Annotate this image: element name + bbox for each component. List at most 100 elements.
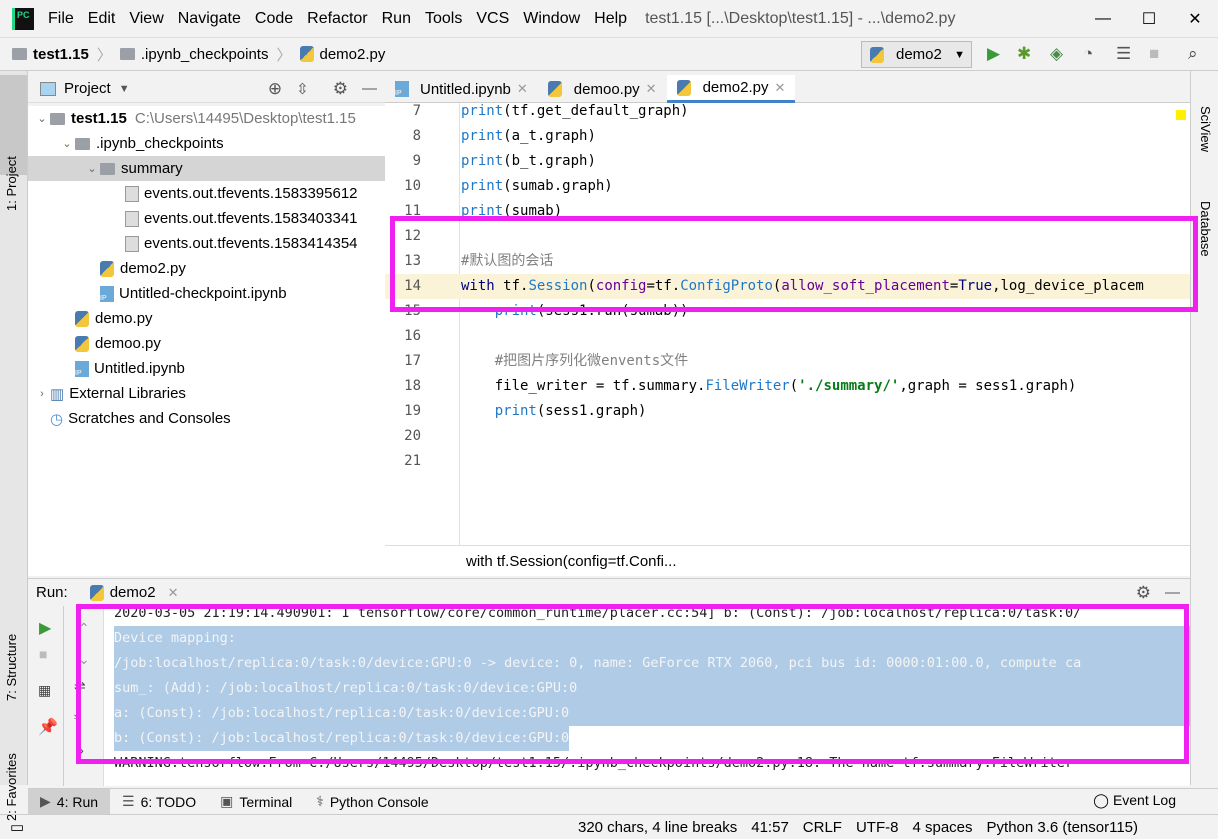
status-encoding[interactable]: UTF-8 (856, 819, 899, 836)
tool-tab-terminal[interactable]: ▣ Terminal (208, 789, 304, 815)
search-icon[interactable]: ⌕ (1188, 44, 1198, 64)
tool-tab-todo[interactable]: ☰ 6: TODO (110, 789, 208, 815)
code-line[interactable]: 18 file_writer = tf.summary.FileWriter('… (385, 374, 1190, 399)
close-icon[interactable]: ✕ (168, 585, 179, 601)
project-tree: ⌄ test1.15 C:\Users\14495\Desktop\test1.15… (28, 106, 385, 576)
menu-help[interactable]: Help (594, 10, 627, 28)
hide-icon[interactable]: — (362, 80, 377, 97)
tab-label: demoo.py (573, 80, 640, 98)
menu-code[interactable]: Code (255, 10, 293, 28)
notebook-icon: IP (100, 285, 114, 302)
project-view-icon (40, 81, 56, 96)
tab-demoo-py[interactable]: demoo.py ✕ (538, 75, 667, 103)
tool-tab-python-console[interactable]: ⚕ Python Console (304, 789, 440, 815)
scratch-icon: ◷ (50, 410, 64, 428)
menu-edit[interactable]: Edit (88, 10, 116, 28)
line-number: 8 (412, 128, 421, 144)
breadcrumb-project[interactable]: test1.15 (12, 46, 89, 63)
menu-bar: PC File Edit View Navigate Code Refactor Run To… (0, 0, 1218, 37)
tree-item[interactable]: ⌄ summary (28, 156, 385, 181)
code-line[interactable]: 7 print(tf.get_default_graph) (385, 103, 1190, 124)
tab-label: Untitled.ipynb (420, 80, 511, 98)
annotation-box-editor (390, 216, 1198, 312)
project-title[interactable]: Project (64, 80, 111, 97)
toggle-panels-icon[interactable]: ▭ (10, 818, 24, 836)
profile-icon[interactable]: ◔ (1083, 44, 1093, 64)
code-editor[interactable]: 7 print(tf.get_default_graph) 8 print(a_t.g… (385, 103, 1190, 545)
menu-window[interactable]: Window (523, 10, 580, 28)
menu-refactor[interactable]: Refactor (307, 10, 367, 28)
code-line[interactable]: 21 (385, 449, 1190, 474)
code-line[interactable]: 8 print(a_t.graph) (385, 124, 1190, 149)
menu-run[interactable]: Run (382, 10, 411, 28)
tree-item[interactable]: ⌄ test1.15 C:\Users\14495\Desktop\test1.15 (28, 106, 385, 131)
close-tab-icon[interactable]: ✕ (774, 80, 785, 96)
tool-tab-run[interactable]: ▶ 4: Run (28, 788, 111, 815)
run-icon[interactable]: ▶ (987, 44, 1000, 64)
line-number: 21 (404, 453, 421, 469)
menu-view[interactable]: View (129, 10, 163, 28)
tree-item[interactable]: IP Untitled-checkpoint.ipynb (28, 281, 385, 306)
locate-icon[interactable]: ⊕ (268, 79, 282, 99)
close-icon[interactable]: ✕ (1172, 0, 1218, 37)
event-log-button[interactable]: ◯ Event Log (1093, 792, 1176, 809)
code-line[interactable]: 20 (385, 424, 1190, 449)
tree-item[interactable]: events.out.tfevents.1583395612 (28, 181, 385, 206)
python-icon (89, 584, 104, 601)
menu-tools[interactable]: Tools (425, 10, 462, 28)
tab-sciview[interactable]: SciView (1198, 106, 1213, 152)
tree-item[interactable]: IP Untitled.ipynb (28, 356, 385, 381)
gear-icon[interactable]: ⚙ (1136, 583, 1151, 603)
breadcrumb-folder[interactable]: .ipynb_checkpoints (119, 46, 268, 63)
pin-icon[interactable]: 📌 (38, 717, 63, 737)
coverage-icon[interactable]: ◈ (1050, 44, 1063, 64)
status-interpreter[interactable]: Python 3.6 (tensor115) (987, 819, 1138, 836)
code-line[interactable]: 10 print(sumab.graph) (385, 174, 1190, 199)
rerun-icon[interactable]: ▶ (39, 618, 63, 638)
status-indent[interactable]: 4 spaces (912, 819, 972, 836)
tab-structure[interactable]: 7: Structure (4, 634, 19, 701)
run-config-select[interactable]: demo2 ▼ (861, 41, 972, 68)
code-line[interactable]: 9 print(b_t.graph) (385, 149, 1190, 174)
tree-item[interactable]: events.out.tfevents.1583403341 (28, 206, 385, 231)
maximize-icon[interactable]: ☐ (1126, 0, 1172, 37)
menu-vcs[interactable]: VCS (476, 10, 509, 28)
status-position[interactable]: 41:57 (751, 819, 789, 836)
run-tab[interactable]: demo2 (110, 584, 156, 601)
chevron-down-icon[interactable]: ▼ (119, 83, 130, 95)
menu-file[interactable]: File (48, 10, 74, 28)
tree-item[interactable]: events.out.tfevents.1583414354 (28, 231, 385, 256)
debug-icon[interactable]: ✱ (1017, 44, 1031, 64)
tree-item[interactable]: ◷ Scratches and Consoles (28, 406, 385, 431)
stop-icon[interactable]: ■ (1149, 44, 1159, 64)
menu-navigate[interactable]: Navigate (178, 10, 241, 28)
close-tab-icon[interactable]: ✕ (517, 81, 528, 97)
concurrency-icon[interactable]: ☰ (1116, 44, 1131, 64)
tab-untitled-ipynb[interactable]: IP Untitled.ipynb ✕ (385, 75, 538, 103)
tree-item-label: Untitled-checkpoint.ipynb (119, 285, 287, 302)
tab-demo2-py[interactable]: demo2.py ✕ (666, 75, 796, 103)
gear-icon[interactable]: ⚙ (333, 79, 348, 99)
tab-favorites[interactable]: 2: Favorites (4, 753, 19, 821)
tree-item[interactable]: › ▥ External Libraries (28, 381, 385, 406)
tab-project[interactable]: 1: Project (4, 156, 19, 211)
code-line[interactable]: 16 (385, 324, 1190, 349)
tree-item[interactable]: demo2.py (28, 256, 385, 281)
close-tab-icon[interactable]: ✕ (646, 81, 657, 97)
unknown-file-icon (125, 235, 139, 252)
hide-icon[interactable]: — (1165, 584, 1180, 601)
event-log-icon: ◯ (1093, 792, 1109, 808)
minimize-icon[interactable]: — (1080, 0, 1126, 37)
tree-item[interactable]: ⌄ .ipynb_checkpoints (28, 131, 385, 156)
collapse-icon[interactable]: ⇳ (296, 80, 309, 98)
breadcrumb-file[interactable]: demo2.py (299, 46, 385, 63)
code-line[interactable]: 19 print(sess1.graph) (385, 399, 1190, 424)
tree-item[interactable]: demoo.py (28, 331, 385, 356)
line-number: 9 (412, 153, 421, 169)
tree-item[interactable]: demo.py (28, 306, 385, 331)
code-line[interactable]: 17 #把图片序列化微envents文件 (385, 349, 1190, 374)
tab-database[interactable]: Database (1198, 201, 1213, 257)
status-line-separator[interactable]: CRLF (803, 819, 842, 836)
layout-icon[interactable]: ▦ (38, 682, 63, 699)
stop-icon[interactable]: ■ (39, 646, 63, 662)
